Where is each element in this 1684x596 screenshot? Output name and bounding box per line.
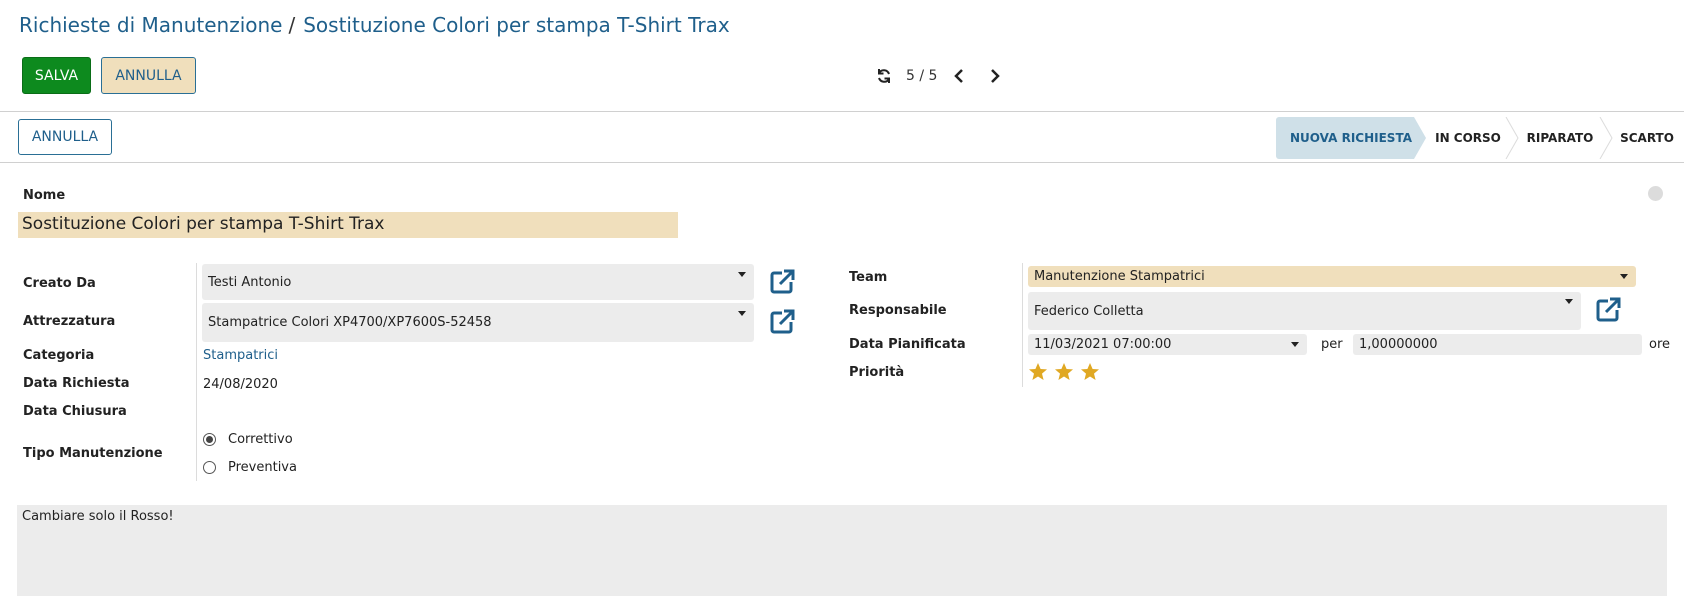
stage-divider — [1505, 117, 1519, 159]
created-by-value: Testi Antonio — [208, 274, 292, 290]
discard-button[interactable]: ANNULLA — [101, 57, 196, 94]
star-icon[interactable] — [1054, 362, 1074, 382]
scheduled-date-value: 11/03/2021 07:00:00 — [1034, 337, 1172, 352]
header-divider — [0, 111, 1684, 112]
star-icon[interactable] — [1028, 362, 1048, 382]
responsible-label: Responsabile — [849, 303, 947, 318]
duration-value: 1,00000000 — [1359, 337, 1438, 352]
hours-label: ore — [1649, 337, 1671, 352]
chevron-right-icon[interactable] — [985, 66, 1005, 86]
duration-input[interactable]: 1,00000000 — [1353, 334, 1642, 355]
radio-correttivo[interactable] — [203, 433, 216, 446]
maintenance-type-label: Tipo Manutenzione — [23, 446, 163, 461]
star-icon[interactable] — [1080, 362, 1100, 382]
chevron-left-icon[interactable] — [949, 66, 969, 86]
pager-value: 5 / 5 — [906, 68, 938, 84]
breadcrumb-parent-link[interactable]: Richieste di Manutenzione — [19, 13, 282, 37]
priority-label: Priorità — [849, 365, 905, 380]
external-link-icon[interactable] — [1594, 296, 1622, 324]
name-label: Nome — [23, 188, 66, 203]
request-date-value[interactable]: 24/08/2020 — [203, 377, 278, 392]
breadcrumb-current: Sostituzione Colori per stampa T-Shirt T… — [303, 13, 730, 37]
close-date-label: Data Chiusura — [23, 404, 127, 419]
statusbar-divider — [0, 162, 1684, 163]
cancel-request-button[interactable]: ANNULLA — [18, 119, 112, 155]
dropdown-caret-icon — [1565, 299, 1573, 304]
stage-riparato[interactable]: RIPARATO — [1518, 117, 1602, 159]
request-date-label: Data Richiesta — [23, 376, 130, 391]
external-link-icon[interactable] — [768, 268, 796, 296]
category-link[interactable]: Stampatrici — [203, 348, 278, 363]
responsible-select[interactable]: Federico Colletta — [1028, 292, 1581, 330]
equipment-value: Stampatrice Colori XP4700/XP7600S-52458 — [208, 315, 492, 330]
team-label: Team — [849, 270, 888, 285]
radio-preventiva[interactable] — [203, 461, 216, 474]
radio-preventiva-label[interactable]: Preventiva — [228, 460, 297, 475]
save-button[interactable]: SALVA — [22, 57, 91, 94]
stage-nuova-richiesta[interactable]: NUOVA RICHIESTA — [1276, 117, 1426, 159]
responsible-value: Federico Colletta — [1034, 303, 1144, 319]
dropdown-caret-icon — [1291, 342, 1299, 347]
left-column-divider — [196, 263, 197, 481]
stage-scarto[interactable]: SCARTO — [1610, 117, 1684, 159]
scheduled-date-label: Data Pianificata — [849, 337, 966, 352]
priority-stars — [1028, 362, 1100, 382]
external-link-icon[interactable] — [768, 308, 796, 336]
team-select[interactable]: Manutenzione Stampatrici — [1028, 266, 1636, 287]
dropdown-caret-icon — [738, 272, 746, 277]
radio-correttivo-label[interactable]: Correttivo — [228, 432, 293, 447]
equipment-select[interactable]: Stampatrice Colori XP4700/XP7600S-52458 — [202, 303, 754, 342]
right-column-divider — [1022, 263, 1023, 387]
equipment-label: Attrezzatura — [23, 314, 116, 329]
name-field[interactable]: Sostituzione Colori per stampa T-Shirt T… — [18, 212, 678, 238]
status-dot-icon[interactable] — [1648, 186, 1663, 201]
dropdown-caret-icon — [738, 311, 746, 316]
category-label: Categoria — [23, 348, 95, 363]
per-label: per — [1321, 337, 1343, 352]
created-by-label: Creato Da — [23, 276, 96, 291]
scheduled-date-input[interactable]: 11/03/2021 07:00:00 — [1028, 334, 1307, 355]
breadcrumb: Richieste di Manutenzione / Sostituzione C… — [19, 13, 730, 37]
dropdown-caret-icon — [1620, 274, 1628, 279]
notes-textarea[interactable]: Cambiare solo il Rosso! — [17, 505, 1667, 596]
team-value: Manutenzione Stampatrici — [1034, 269, 1205, 284]
breadcrumb-separator: / — [288, 13, 296, 37]
stage-in-corso[interactable]: IN CORSO — [1426, 117, 1510, 159]
refresh-icon[interactable] — [874, 66, 894, 86]
pager: 5 / 5 — [874, 66, 1005, 86]
created-by-select[interactable]: Testi Antonio — [202, 264, 754, 300]
